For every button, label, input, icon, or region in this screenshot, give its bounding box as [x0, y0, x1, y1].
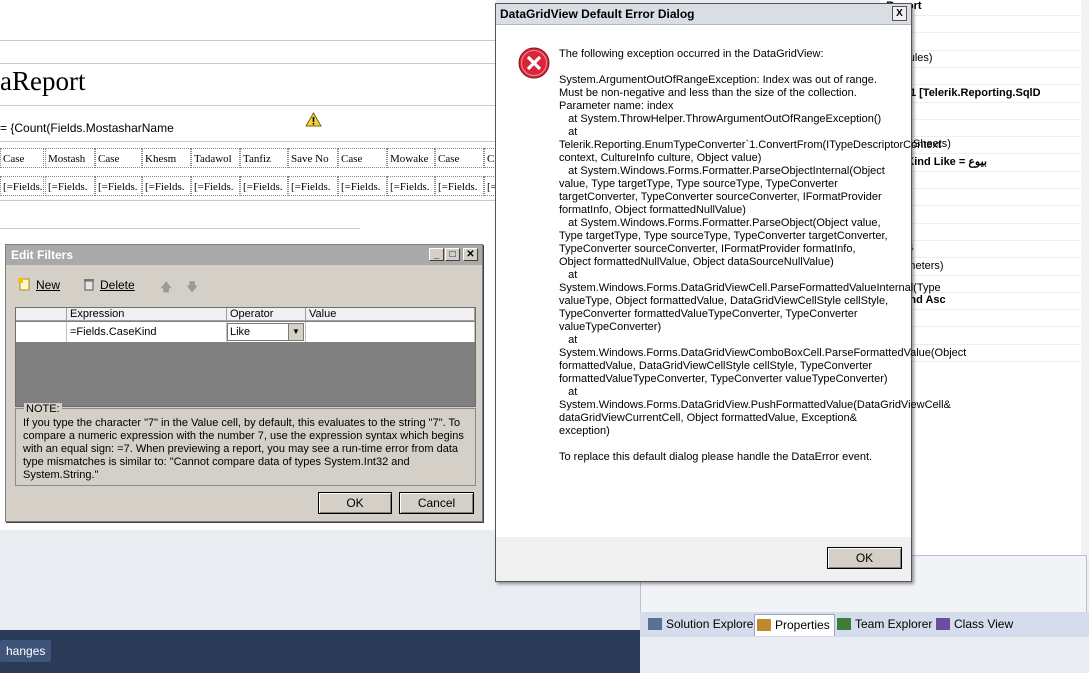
solution-explorer-icon [648, 618, 662, 630]
table-header-cell[interactable]: Case [435, 148, 484, 168]
error-dialog-close-button[interactable]: X [892, 6, 907, 21]
tab-properties[interactable]: Properties [754, 614, 835, 636]
properties-icon [757, 619, 771, 631]
value-cell[interactable] [306, 322, 475, 342]
error-dialog-title: DataGridView Default Error Dialog [500, 7, 695, 21]
note-groupbox: NOTE: If you type the character "7" in t… [15, 403, 476, 486]
designer-guide-line [0, 200, 496, 201]
chevron-down-icon[interactable]: ▼ [288, 324, 303, 340]
table-header-cell[interactable]: Tanfiz [240, 148, 288, 168]
close-icon: ✕ [466, 249, 475, 260]
delete-filter-button[interactable]: Delete [83, 278, 135, 292]
tab-label: Team Explorer [855, 617, 933, 631]
properties-scrollbar[interactable] [1081, 0, 1089, 560]
tab-label: Class View [954, 617, 1014, 631]
operator-combobox[interactable]: Like ▼ [227, 323, 304, 341]
edit-filters-title: Edit Filters [11, 248, 74, 262]
error-dialog-titlebar: DataGridView Default Error Dialog X [496, 4, 911, 25]
delete-filter-label: Delete [100, 278, 135, 292]
tab-solution-explorer[interactable]: Solution Explorer [646, 614, 761, 635]
note-text: If you type the character "7" in the Val… [23, 417, 464, 481]
table-detail-cell[interactable]: [=Fields. [288, 176, 338, 196]
table-header-cell[interactable]: Mostash [45, 148, 95, 168]
new-filter-label: New [36, 278, 61, 292]
error-dialog: DataGridView Default Error Dialog X The … [495, 3, 967, 582]
tab-label: Solution Explorer [666, 617, 758, 631]
operator-column-header[interactable]: Operator [227, 308, 306, 321]
class-view-icon [936, 618, 950, 630]
table-header-cell[interactable]: Case [0, 148, 44, 168]
error-dialog-ok-button[interactable]: OK [827, 547, 902, 569]
minimize-button[interactable]: _ [429, 248, 444, 261]
move-up-button[interactable]: 🡅 [160, 278, 172, 299]
table-header-cell[interactable]: Save No [288, 148, 338, 168]
table-detail-cell[interactable]: [=Fields. [45, 176, 95, 196]
expression-cell[interactable]: =Fields.CaseKind [67, 322, 227, 342]
maximize-button[interactable]: □ [445, 248, 460, 261]
tab-label: Properties [775, 618, 830, 632]
edit-filters-dialog: Edit Filters _ □ ✕ New Delete 🡅 🡇 Expres… [5, 244, 483, 522]
new-document-icon [18, 278, 30, 291]
tab-team-explorer[interactable]: Team Explorer [835, 614, 936, 635]
table-header-cell[interactable]: Case [95, 148, 142, 168]
edit-filters-titlebar: Edit Filters _ □ ✕ [6, 245, 482, 265]
new-filter-button[interactable]: New [18, 278, 60, 292]
designer-guide-line [0, 63, 496, 64]
status-bar [0, 630, 640, 673]
designer-guide-line [0, 141, 496, 142]
table-header-cell[interactable]: Khesm [142, 148, 191, 168]
minimize-icon: _ [433, 249, 440, 260]
designer-guide-line [0, 40, 496, 41]
table-detail-cell[interactable]: [=Fields. [0, 176, 44, 196]
warning-icon[interactable] [305, 112, 322, 127]
table-header-cell[interactable]: Mowake [387, 148, 435, 168]
table-header-cell[interactable]: Case [338, 148, 387, 168]
report-title-textbox[interactable]: aReport [0, 66, 85, 97]
table-header-cell[interactable]: Tadawol [191, 148, 240, 168]
designer-guide-line [0, 105, 496, 106]
row-header-cell[interactable] [16, 322, 67, 342]
error-message-text: The following exception occurred in the … [559, 48, 967, 463]
arrow-up-icon: 🡅 [160, 280, 173, 294]
table-detail-cell[interactable]: [=Fields. [191, 176, 240, 196]
row-header-column [16, 308, 67, 321]
edit-filters-cancel-button[interactable]: Cancel [399, 492, 474, 514]
table-detail-cell[interactable]: [=Fields. [240, 176, 288, 196]
expression-column-header[interactable]: Expression [67, 308, 227, 321]
pending-changes-tab[interactable]: hanges [0, 640, 52, 662]
table-detail-cell[interactable]: [=Fields. [435, 176, 484, 196]
designer-guide-line [0, 228, 360, 229]
error-icon [518, 47, 550, 79]
operator-selected-value: Like [230, 326, 251, 338]
table-detail-cell[interactable]: [=Fields. [338, 176, 387, 196]
count-expression-textbox[interactable]: = {Count(Fields.MostasharName [0, 121, 174, 135]
table-detail-cell[interactable]: [=Fields. [142, 176, 191, 196]
move-down-button[interactable]: 🡇 [186, 278, 198, 299]
team-explorer-icon [837, 618, 851, 630]
filters-grid[interactable]: Expression Operator Value =Fields.CaseKi… [15, 307, 476, 407]
close-icon: X [896, 8, 903, 19]
delete-trash-icon [84, 279, 94, 291]
table-detail-cell[interactable]: [=Fields. [95, 176, 142, 196]
table-detail-cell[interactable]: [=Fields. [387, 176, 435, 196]
error-dialog-body: The following exception occurred in the … [496, 25, 967, 537]
note-label: NOTE: [24, 403, 62, 415]
edit-filters-ok-button[interactable]: OK [318, 492, 392, 514]
value-column-header[interactable]: Value [306, 308, 475, 321]
close-button[interactable]: ✕ [463, 248, 478, 261]
maximize-icon: □ [449, 249, 456, 260]
arrow-down-icon: 🡇 [186, 280, 199, 294]
tab-class-view[interactable]: Class View [934, 614, 1017, 635]
error-dialog-footer: OK [496, 537, 911, 581]
